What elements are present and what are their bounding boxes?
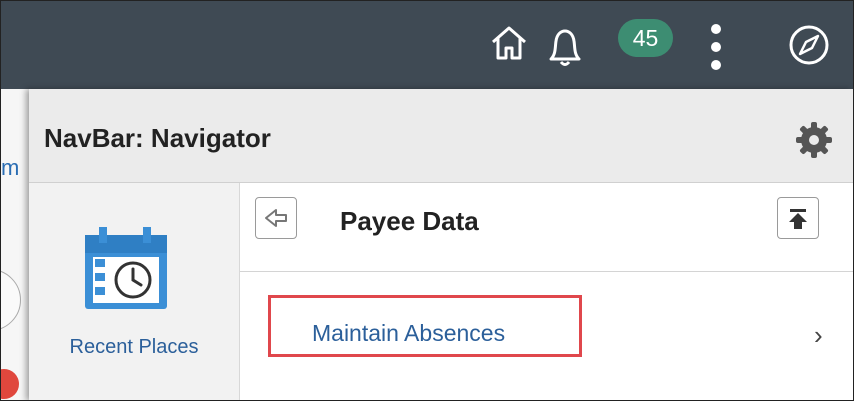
navigator-content: Payee Data Maintain Absences › <box>240 183 853 400</box>
navigator-header: NavBar: Navigator <box>29 89 853 183</box>
collapse-to-top-button[interactable] <box>777 197 819 239</box>
calendar-clock-icon <box>85 227 167 309</box>
background-page-text: m <box>1 155 20 180</box>
arrow-left-icon <box>265 209 287 227</box>
recent-places-sidebar[interactable]: Recent Places <box>29 183 240 400</box>
background-circle-button <box>1 269 21 331</box>
navigator-title: NavBar: Navigator <box>44 123 271 153</box>
bell-icon[interactable] <box>542 23 588 69</box>
highlight-box <box>268 295 582 357</box>
back-button[interactable] <box>255 197 297 239</box>
navigator-panel: NavBar: Navigator Recent Places Payee Da… <box>29 89 853 400</box>
kebab-menu-icon[interactable] <box>701 21 731 73</box>
recent-places-label: Recent Places <box>69 336 199 358</box>
notification-badge[interactable]: 45 <box>618 19 673 57</box>
collapse-to-top-icon <box>789 209 807 229</box>
gear-icon[interactable] <box>793 119 835 161</box>
header-bar: 45 <box>1 1 853 89</box>
folder-title: Payee Data <box>340 206 479 236</box>
home-icon[interactable] <box>489 23 529 63</box>
window: 45 m NavBar: Navigator Recent Places Pay… <box>0 0 854 401</box>
chevron-right-icon: › <box>814 320 823 350</box>
background-red-badge <box>1 369 19 399</box>
compass-icon[interactable] <box>787 23 831 67</box>
background-page: m <box>1 89 29 400</box>
